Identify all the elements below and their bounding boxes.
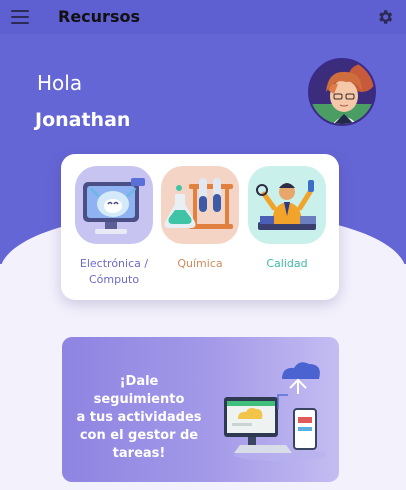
gear-icon[interactable] bbox=[376, 8, 394, 26]
category-label: Electrónica / Cómputo bbox=[79, 257, 149, 286]
user-name: Jonathan bbox=[35, 109, 131, 131]
category-label: Calidad bbox=[266, 257, 308, 270]
categories-card: Electrónica / Cómputo Química Calidad bbox=[61, 154, 339, 300]
category-label: Química bbox=[177, 257, 223, 270]
top-app-bar: Recursos bbox=[0, 0, 406, 34]
greeting-text: Hola bbox=[37, 71, 83, 95]
computer-robot-icon bbox=[75, 166, 153, 244]
quality-worker-icon bbox=[248, 166, 326, 244]
lab-flask-icon bbox=[161, 166, 239, 244]
menu-icon[interactable] bbox=[11, 10, 29, 24]
cloud-devices-icon bbox=[224, 362, 326, 461]
task-manager-banner[interactable]: ¡Dale seguimiento a tus actividades con … bbox=[62, 337, 339, 482]
promo-text: ¡Dale seguimiento a tus actividades con … bbox=[76, 374, 202, 461]
avatar[interactable] bbox=[308, 58, 376, 126]
page-title: Recursos bbox=[58, 7, 140, 26]
category-calidad[interactable]: Calidad bbox=[248, 166, 326, 292]
category-electronica[interactable]: Electrónica / Cómputo bbox=[75, 166, 153, 292]
category-quimica[interactable]: Química bbox=[161, 166, 239, 292]
